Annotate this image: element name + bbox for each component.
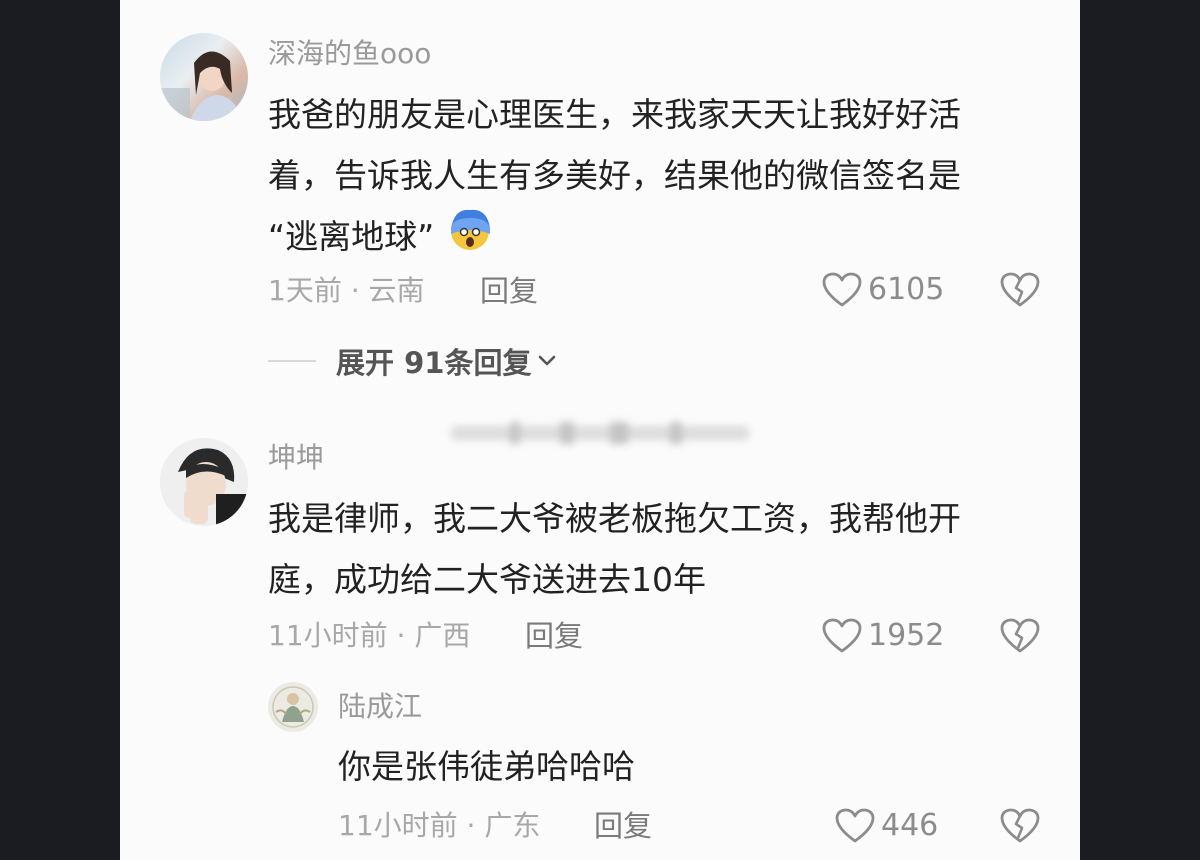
username[interactable]: 陆成江 [338,690,422,724]
chevron-down-icon [539,355,556,366]
heart-icon [822,272,862,307]
comment-text-line: “逃离地球” [268,206,1048,271]
comment-list: 深海的鱼ooo 我爸的朋友是心理医生，来我家天天让我好好活 着，告诉我人生有多美… [120,0,1080,860]
comment-text: 我爸的朋友是心理医生，来我家天天让我好好活 着，告诉我人生有多美好，结果他的微信… [268,84,1048,271]
reply-button[interactable]: 回复 [480,274,538,308]
like-button[interactable]: 1952 [822,618,944,654]
like-button[interactable]: 446 [835,808,938,844]
reply-text: 你是张伟徒弟哈哈哈 [338,747,635,786]
dislike-button[interactable] [1000,808,1040,848]
avatar-image [160,438,248,526]
comment-text-segment: “逃离地球” [268,217,435,256]
broken-heart-icon [1000,272,1040,307]
heart-icon [835,808,875,843]
scared-emoji-icon [445,206,495,271]
avatar[interactable] [160,33,248,121]
comment-meta: 11小时前 · 广西 [268,619,471,652]
comment-text-line: 我爸的朋友是心理医生，来我家天天让我好好活 [268,95,961,134]
broken-heart-icon [1000,618,1040,653]
avatar[interactable] [160,438,248,526]
like-button[interactable]: 6105 [822,272,944,308]
dislike-button[interactable] [1000,618,1040,658]
comment-text-line: 着，告诉我人生有多美好，结果他的微信签名是 [268,156,961,195]
avatar[interactable] [268,682,318,732]
username[interactable]: 坤坤 [268,441,324,475]
username[interactable]: 深海的鱼ooo [268,37,431,71]
avatar-image [160,51,242,121]
dislike-button[interactable] [1000,272,1040,312]
heart-icon [822,618,862,653]
expand-replies-button[interactable]: 展开 91条回复 [268,340,557,382]
comment-text: 我是律师，我二大爷被老板拖欠工资，我帮他开 庭，成功给二大爷送进去10年 [268,488,1048,610]
avatar-image [268,682,318,732]
reply-button[interactable]: 回复 [525,619,583,653]
like-count: 446 [881,808,939,843]
reply-button[interactable]: 回复 [594,809,652,843]
like-count: 6105 [868,272,945,307]
comment-text-line: 我是律师，我二大爷被老板拖欠工资，我帮他开 [268,499,961,538]
comment-meta: 1天前 · 云南 [268,274,425,307]
broken-heart-icon [1000,808,1040,843]
expand-label: 展开 91条回复 [336,346,532,380]
comment-meta: 11小时前 · 广东 [338,809,541,842]
divider [268,360,316,362]
like-count: 1952 [868,618,945,653]
comment-text-line: 庭，成功给二大爷送进去10年 [268,560,706,599]
blurred-watermark [450,422,750,444]
